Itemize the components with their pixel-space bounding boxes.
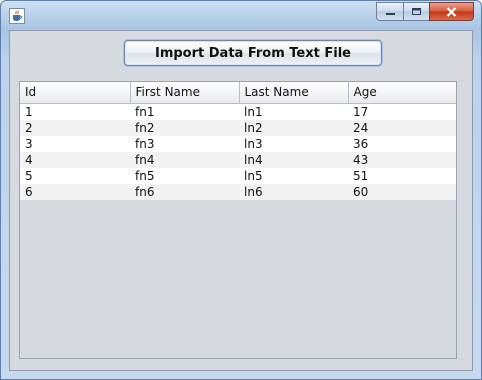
table-scroll-pane[interactable]: Id First Name Last Name Age 1 fn1 ln1 17… bbox=[19, 81, 457, 359]
cell-age[interactable]: 60 bbox=[348, 183, 456, 200]
column-header-id[interactable]: Id bbox=[20, 82, 131, 104]
cell-age[interactable]: 17 bbox=[348, 103, 456, 120]
cell-age[interactable]: 24 bbox=[348, 119, 456, 136]
data-table: Id First Name Last Name Age 1 fn1 ln1 17… bbox=[20, 82, 456, 200]
content-panel: Import Data From Text File Id First Name… bbox=[9, 30, 473, 371]
cell-id[interactable]: 1 bbox=[20, 103, 130, 120]
cell-first-name[interactable]: fn4 bbox=[130, 151, 239, 168]
cell-last-name[interactable]: ln1 bbox=[239, 103, 348, 120]
cell-last-name[interactable]: ln6 bbox=[239, 183, 348, 200]
cell-first-name[interactable]: fn5 bbox=[130, 167, 239, 184]
window-controls bbox=[376, 2, 474, 21]
table-row[interactable]: 4 fn4 ln4 43 bbox=[20, 151, 456, 168]
cell-last-name[interactable]: ln4 bbox=[239, 151, 348, 168]
column-header-first-name[interactable]: First Name bbox=[130, 82, 240, 104]
minimize-button[interactable] bbox=[376, 2, 403, 21]
table-row[interactable]: 3 fn3 ln3 36 bbox=[20, 135, 456, 152]
cell-first-name[interactable]: fn1 bbox=[130, 103, 239, 120]
import-data-button[interactable]: Import Data From Text File bbox=[124, 40, 382, 66]
table-header-row: Id First Name Last Name Age bbox=[20, 82, 456, 104]
cell-id[interactable]: 5 bbox=[20, 167, 130, 184]
cell-first-name[interactable]: fn3 bbox=[130, 135, 239, 152]
app-window: Import Data From Text File Id First Name… bbox=[0, 0, 482, 380]
cell-age[interactable]: 36 bbox=[348, 135, 456, 152]
table-row[interactable]: 1 fn1 ln1 17 bbox=[20, 103, 456, 120]
cell-last-name[interactable]: ln2 bbox=[239, 119, 348, 136]
table-row[interactable]: 5 fn5 ln5 51 bbox=[20, 167, 456, 184]
cell-last-name[interactable]: ln3 bbox=[239, 135, 348, 152]
cell-id[interactable]: 3 bbox=[20, 135, 130, 152]
java-cup-icon[interactable] bbox=[9, 8, 25, 24]
cell-age[interactable]: 43 bbox=[348, 151, 456, 168]
cell-id[interactable]: 6 bbox=[20, 183, 130, 200]
table-row[interactable]: 2 fn2 ln2 24 bbox=[20, 119, 456, 136]
cell-first-name[interactable]: fn2 bbox=[130, 119, 239, 136]
cell-id[interactable]: 2 bbox=[20, 119, 130, 136]
close-button[interactable] bbox=[429, 2, 474, 21]
column-header-last-name[interactable]: Last Name bbox=[239, 82, 349, 104]
table-row[interactable]: 6 fn6 ln6 60 bbox=[20, 183, 456, 200]
cell-last-name[interactable]: ln5 bbox=[239, 167, 348, 184]
maximize-button[interactable] bbox=[403, 2, 429, 21]
maximize-icon bbox=[412, 8, 421, 15]
minimize-icon bbox=[385, 12, 395, 15]
close-icon bbox=[446, 6, 457, 17]
cell-first-name[interactable]: fn6 bbox=[130, 183, 239, 200]
title-bar[interactable] bbox=[1, 1, 481, 29]
cell-age[interactable]: 51 bbox=[348, 167, 456, 184]
column-header-age[interactable]: Age bbox=[348, 82, 456, 104]
cell-id[interactable]: 4 bbox=[20, 151, 130, 168]
